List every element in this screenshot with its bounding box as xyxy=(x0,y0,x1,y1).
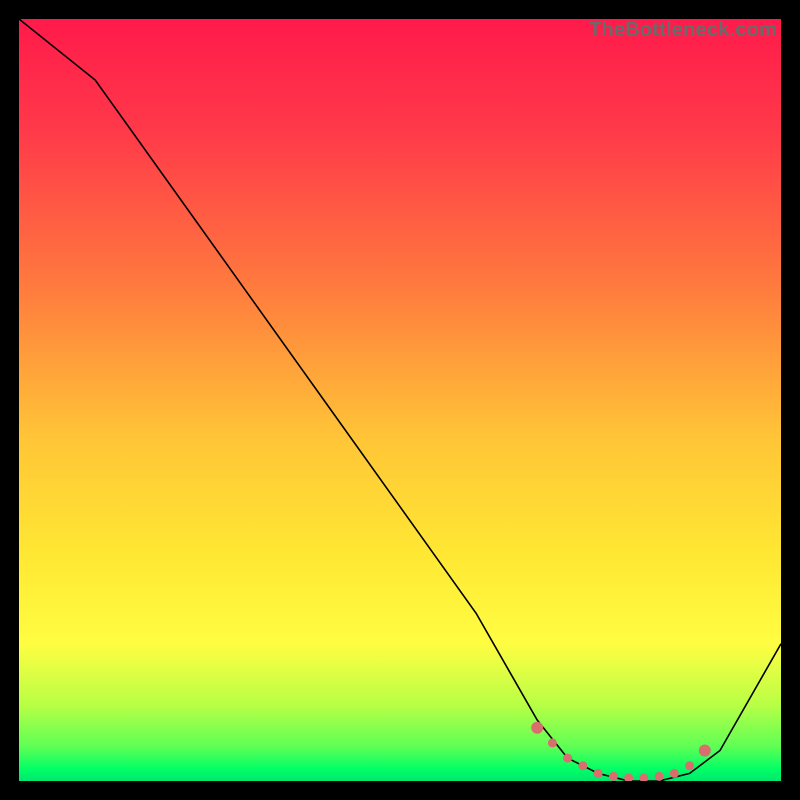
chart-svg xyxy=(19,19,781,781)
marker-dot xyxy=(655,772,664,781)
marker-dot xyxy=(594,769,603,778)
marker-dot xyxy=(563,754,572,763)
chart-stage: TheBottleneck.com xyxy=(0,0,800,800)
marker-dot xyxy=(578,761,587,770)
marker-dot xyxy=(685,761,694,770)
marker-dot xyxy=(699,745,711,757)
marker-dot xyxy=(531,722,543,734)
plot-area: TheBottleneck.com xyxy=(19,19,781,781)
marker-dot xyxy=(548,738,557,747)
marker-dot xyxy=(670,769,679,778)
marker-dot xyxy=(609,772,618,781)
watermark-text: TheBottleneck.com xyxy=(589,19,777,42)
